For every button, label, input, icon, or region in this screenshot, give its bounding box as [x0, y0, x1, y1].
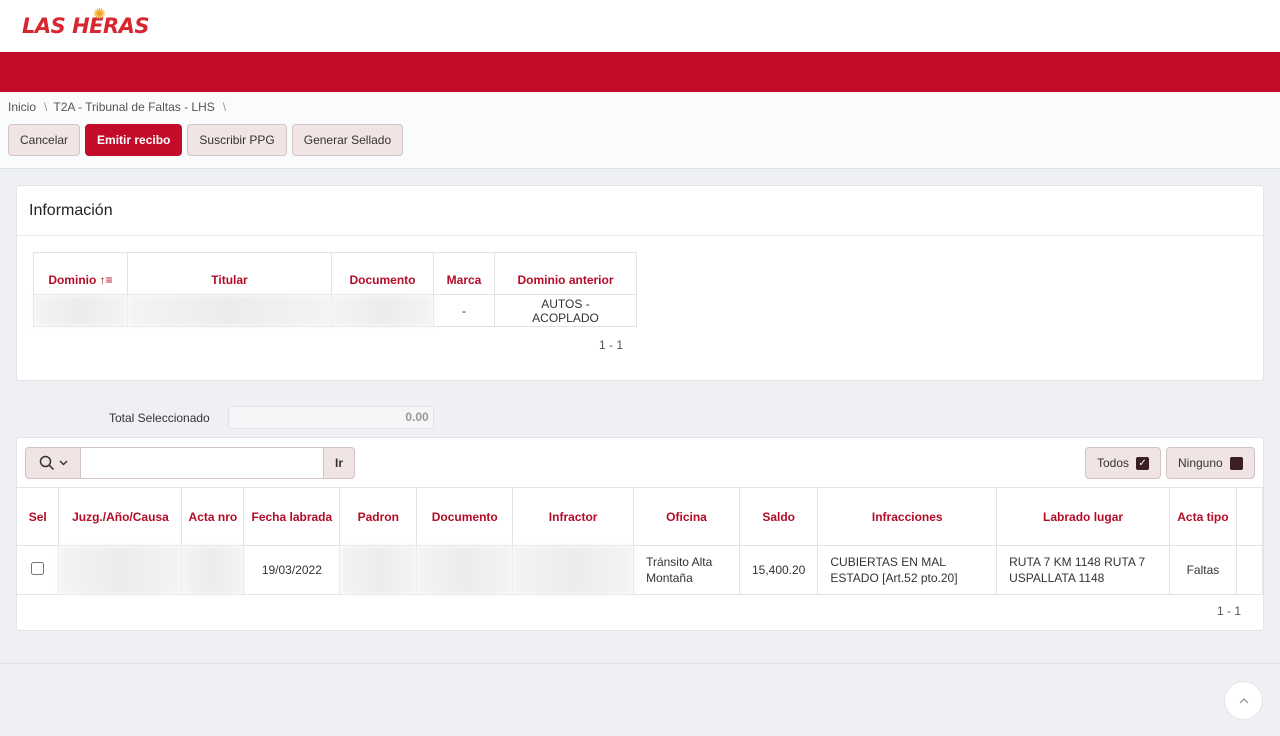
- col-infractor[interactable]: Infractor: [512, 487, 635, 546]
- pagination-info: 1 - 1: [599, 338, 624, 352]
- breadcrumb-separator: \: [44, 100, 48, 114]
- total-value-field: 0.00: [227, 406, 434, 429]
- col-padron[interactable]: Padron: [339, 487, 418, 546]
- cell-marca: -: [433, 294, 495, 327]
- cell-dominio-anterior: AUTOS - ACOPLADO: [494, 294, 637, 327]
- emit-receipt-button[interactable]: Emitir recibo: [85, 124, 183, 156]
- select-all-button[interactable]: Todos ✓: [1085, 447, 1162, 479]
- sort-asc-icon[interactable]: ↑≡: [100, 273, 113, 287]
- top-header: LAS HERAS ✺: [0, 0, 1280, 52]
- cell-saldo: 15,400.20: [739, 545, 819, 595]
- cell-oficina: Tránsito Alta Montaña: [633, 545, 740, 595]
- checkbox-checked-icon: ✓: [1136, 456, 1150, 470]
- col-labrado-lugar[interactable]: Labrado lugar: [996, 487, 1170, 546]
- redacted-cell: [33, 294, 128, 327]
- select-all-label: Todos: [1097, 456, 1130, 470]
- grid-toolbar: Ir Todos ✓ Ninguno: [17, 438, 1263, 487]
- col-acta-tipo[interactable]: Acta tipo: [1169, 487, 1237, 546]
- info-title: Información: [17, 186, 1263, 236]
- las-heras-logo[interactable]: LAS HERAS ✺: [22, 5, 150, 38]
- col-dominio[interactable]: Dominio ↑≡: [33, 252, 128, 295]
- table-header-row: Sel Juzg./Año/Causa Acta nro Fecha labra…: [17, 487, 1264, 546]
- chevron-up-icon: [1239, 697, 1248, 703]
- breadcrumb: Inicio \ T2A - Tribunal de Faltas - LHS …: [0, 92, 1280, 122]
- redacted-cell: [331, 294, 434, 327]
- search-input[interactable]: [81, 446, 323, 479]
- search-column-menu[interactable]: [25, 446, 81, 479]
- col-saldo[interactable]: Saldo: [739, 487, 819, 546]
- vehicle-table: Dominio ↑≡ Titular Documento Marca Domin…: [33, 252, 637, 327]
- brand-bar: [0, 52, 1280, 92]
- table-header-row: Dominio ↑≡ Titular Documento Marca Domin…: [33, 252, 637, 295]
- col-fecha-labrada[interactable]: Fecha labrada: [243, 487, 341, 546]
- col-dominio-anterior[interactable]: Dominio anterior: [494, 252, 637, 295]
- table-row: - AUTOS - ACOPLADO: [33, 294, 637, 327]
- redacted-cell: [512, 545, 635, 595]
- redacted-cell: [339, 545, 418, 595]
- breadcrumb-separator: \: [222, 100, 227, 114]
- col-extra: [1236, 487, 1264, 546]
- col-acta-nro[interactable]: Acta nro: [181, 487, 245, 546]
- col-documento[interactable]: Documento: [331, 252, 434, 295]
- total-selected: Total Seleccionado 0.00: [109, 406, 434, 429]
- breadcrumb-home[interactable]: Inicio: [8, 100, 36, 114]
- cell-infracciones: CUBIERTAS EN MAL ESTADO [Art.52 pto.20]: [817, 545, 998, 595]
- footer-divider: [0, 663, 1280, 664]
- chevron-down-icon: [59, 460, 67, 466]
- pagination-info: 1 - 1: [1217, 604, 1242, 618]
- col-marca[interactable]: Marca: [433, 252, 495, 295]
- cancel-button[interactable]: Cancelar: [8, 124, 81, 156]
- scroll-to-top-button[interactable]: [1224, 681, 1263, 720]
- table-row[interactable]: 19/03/2022 Tránsito Alta Montaña 15,400.…: [17, 545, 1264, 595]
- info-region: Información Dominio ↑≡ Titular Documento…: [16, 185, 1264, 381]
- go-button[interactable]: Ir: [323, 446, 355, 479]
- redacted-cell: [58, 545, 183, 595]
- col-titular[interactable]: Titular: [127, 252, 332, 295]
- sun-icon: ✺: [93, 5, 106, 23]
- redacted-cell: [127, 294, 332, 327]
- col-sel[interactable]: Sel: [17, 487, 60, 546]
- cell-labrado-lugar: RUTA 7 KM 1148 RUTA 7 USPALLATA 1148: [996, 545, 1170, 595]
- col-documento[interactable]: Documento: [416, 487, 514, 546]
- redacted-cell: [181, 545, 245, 595]
- row-checkbox[interactable]: [31, 561, 45, 575]
- cell-extra: [1236, 545, 1264, 595]
- cell-fecha: 19/03/2022: [243, 545, 341, 595]
- select-none-button[interactable]: Ninguno: [1166, 447, 1255, 479]
- select-none-label: Ninguno: [1178, 456, 1223, 470]
- col-causa[interactable]: Juzg./Año/Causa: [58, 487, 183, 546]
- redacted-cell: [416, 545, 514, 595]
- subscribe-ppg-button[interactable]: Suscribir PPG: [187, 124, 287, 156]
- col-infracciones[interactable]: Infracciones: [817, 487, 998, 546]
- generate-seal-button[interactable]: Generar Sellado: [291, 124, 404, 156]
- infractions-table: Sel Juzg./Año/Causa Acta nro Fecha labra…: [17, 487, 1264, 595]
- checkbox-filled-icon: [1229, 456, 1243, 470]
- action-toolbar: Cancelar Emitir recibo Suscribir PPG Gen…: [0, 122, 1280, 169]
- cell-acta-tipo: Faltas: [1169, 545, 1237, 595]
- col-oficina[interactable]: Oficina: [633, 487, 740, 546]
- cell-sel: [17, 545, 60, 595]
- search-icon: [39, 455, 54, 470]
- total-label: Total Seleccionado: [109, 410, 210, 425]
- infractions-grid: Ir Todos ✓ Ninguno Sel Juzg./Año/Causa A…: [16, 437, 1264, 631]
- breadcrumb-current: T2A - Tribunal de Faltas - LHS: [53, 100, 215, 114]
